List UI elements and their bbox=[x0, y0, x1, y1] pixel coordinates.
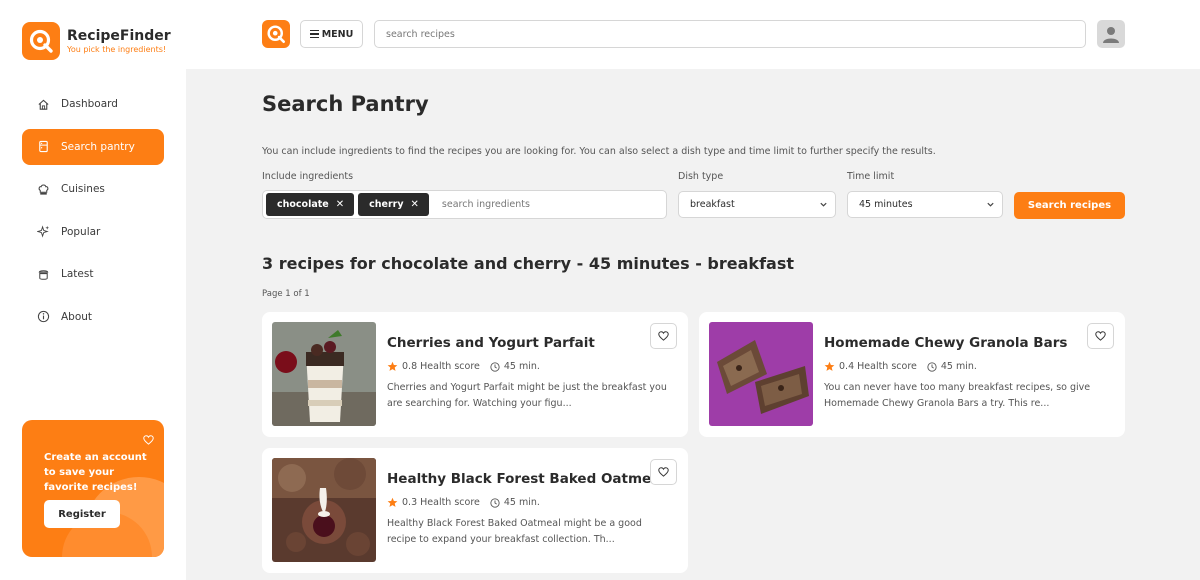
sidebar-item-label: Latest bbox=[61, 268, 94, 280]
chevron-down-icon bbox=[987, 202, 994, 207]
recipefinder-logo-icon[interactable] bbox=[262, 20, 290, 48]
promo-text: Create an account to save your favorite … bbox=[44, 452, 147, 493]
recipe-card[interactable]: Cherries and Yogurt Parfait 0.8 Health s… bbox=[262, 312, 688, 437]
sidebar-item-label: About bbox=[61, 310, 93, 323]
sidebar-item-label: Dashboard bbox=[61, 98, 118, 110]
recipe-meta: 0.4 Health score 45 min. bbox=[824, 361, 977, 372]
menu-button[interactable]: MENU bbox=[300, 20, 363, 48]
chevron-down-icon bbox=[820, 202, 827, 207]
hamburger-icon bbox=[309, 30, 319, 38]
sidebar-item-popular[interactable]: Popular bbox=[22, 214, 164, 250]
ingredient-chip: cherry ✕ bbox=[358, 193, 429, 216]
topbar: MENU search recipes bbox=[186, 0, 1200, 69]
sidebar-item-latest[interactable]: Latest bbox=[22, 256, 164, 292]
search-recipes-button[interactable]: Search recipes bbox=[1014, 192, 1125, 219]
ingredient-chip: chocolate ✕ bbox=[266, 193, 355, 216]
ingredients-field[interactable]: chocolate ✕ cherry ✕ search ingredients bbox=[262, 190, 667, 219]
recipe-description: Cherries and Yogurt Parfait might be jus… bbox=[387, 382, 667, 409]
sidebar-nav: Dashboard Search pantry Cuisines Popular… bbox=[22, 86, 164, 341]
star-icon bbox=[824, 361, 835, 371]
favorite-button[interactable] bbox=[650, 459, 677, 485]
clock-icon bbox=[490, 497, 500, 508]
ingredients-input[interactable]: search ingredients bbox=[442, 199, 530, 210]
recipe-meta: 0.3 Health score 45 min. bbox=[387, 497, 540, 508]
sidebar-item-search-pantry[interactable]: Search pantry bbox=[22, 128, 164, 165]
page-info: Page 1 of 1 bbox=[262, 289, 310, 299]
recipe-title[interactable]: Cherries and Yogurt Parfait bbox=[387, 335, 595, 351]
sidebar-item-label: Cuisines bbox=[61, 183, 105, 195]
sidebar-item-label: Search pantry bbox=[61, 140, 135, 153]
recipe-description: You can never have too many breakfast re… bbox=[824, 382, 1091, 409]
cook-time: 45 min. bbox=[503, 361, 540, 372]
brand-tagline: You pick the ingredients! bbox=[67, 44, 167, 54]
intro-text: You can include ingredients to find the … bbox=[262, 146, 936, 157]
home-icon bbox=[36, 97, 50, 111]
chef-hat-icon bbox=[36, 182, 50, 196]
recipe-image bbox=[709, 322, 813, 426]
cook-time: 45 min. bbox=[503, 497, 540, 508]
remove-chip-icon[interactable]: ✕ bbox=[411, 199, 419, 210]
menu-label: MENU bbox=[321, 28, 354, 40]
pantry-icon bbox=[36, 140, 50, 154]
recipe-card[interactable]: Healthy Black Forest Baked Oatmeal 0.3 H… bbox=[262, 448, 688, 573]
page-title: Search Pantry bbox=[262, 92, 429, 116]
recipe-image bbox=[272, 458, 376, 562]
dish-type-label: Dish type bbox=[678, 171, 724, 182]
dish-type-select[interactable]: breakfast bbox=[678, 191, 836, 218]
sidebar-item-cuisines[interactable]: Cuisines bbox=[22, 171, 164, 207]
remove-chip-icon[interactable]: ✕ bbox=[336, 199, 344, 210]
clock-icon bbox=[490, 361, 500, 372]
health-score: 0.3 Health score bbox=[402, 497, 480, 508]
favorite-button[interactable] bbox=[650, 323, 677, 349]
info-icon bbox=[36, 310, 50, 324]
avatar[interactable] bbox=[1097, 20, 1125, 48]
results-heading: 3 recipes for chocolate and cherry - 45 … bbox=[262, 254, 794, 273]
heart-icon bbox=[143, 430, 154, 449]
chip-label: cherry bbox=[369, 199, 404, 210]
health-score: 0.8 Health score bbox=[402, 361, 480, 372]
register-button[interactable]: Register bbox=[44, 500, 120, 528]
time-limit-value: 45 minutes bbox=[859, 199, 913, 210]
heart-icon bbox=[658, 467, 669, 477]
user-icon bbox=[1103, 27, 1119, 43]
health-score: 0.4 Health score bbox=[839, 361, 917, 372]
dish-type-value: breakfast bbox=[690, 199, 735, 210]
recipe-description: Healthy Black Forest Baked Oatmeal might… bbox=[387, 518, 642, 545]
favorite-button[interactable] bbox=[1087, 323, 1114, 349]
sidebar-item-label: Popular bbox=[61, 225, 101, 238]
sparkle-icon bbox=[36, 225, 50, 239]
cooking-pot-icon bbox=[36, 267, 50, 281]
time-limit-select[interactable]: 45 minutes bbox=[847, 191, 1003, 218]
sidebar-item-dashboard[interactable]: Dashboard bbox=[22, 86, 164, 122]
chip-label: chocolate bbox=[277, 199, 329, 210]
recipe-title[interactable]: Healthy Black Forest Baked Oatmeal bbox=[387, 471, 665, 487]
recipefinder-logo-icon bbox=[22, 22, 60, 60]
sidebar-item-about[interactable]: About bbox=[22, 299, 164, 335]
sidebar: RecipeFinder You pick the ingredients! D… bbox=[0, 0, 186, 580]
register-promo: Create an account to save your favorite … bbox=[22, 420, 164, 557]
cook-time: 45 min. bbox=[940, 361, 977, 372]
recipe-card[interactable]: Homemade Chewy Granola Bars 0.4 Health s… bbox=[699, 312, 1125, 437]
clock-icon bbox=[927, 361, 937, 372]
star-icon bbox=[387, 497, 398, 507]
heart-icon bbox=[1095, 331, 1106, 341]
recipe-image bbox=[272, 322, 376, 426]
time-limit-label: Time limit bbox=[847, 171, 895, 182]
heart-icon bbox=[658, 331, 669, 341]
brand-name: RecipeFinder bbox=[67, 27, 171, 44]
star-icon bbox=[387, 361, 398, 371]
recipe-meta: 0.8 Health score 45 min. bbox=[387, 361, 540, 372]
recipe-search-input[interactable]: search recipes bbox=[374, 20, 1086, 48]
recipe-title[interactable]: Homemade Chewy Granola Bars bbox=[824, 335, 1067, 351]
ingredients-label: Include ingredients bbox=[262, 171, 354, 182]
brand[interactable]: RecipeFinder You pick the ingredients! bbox=[22, 22, 171, 60]
